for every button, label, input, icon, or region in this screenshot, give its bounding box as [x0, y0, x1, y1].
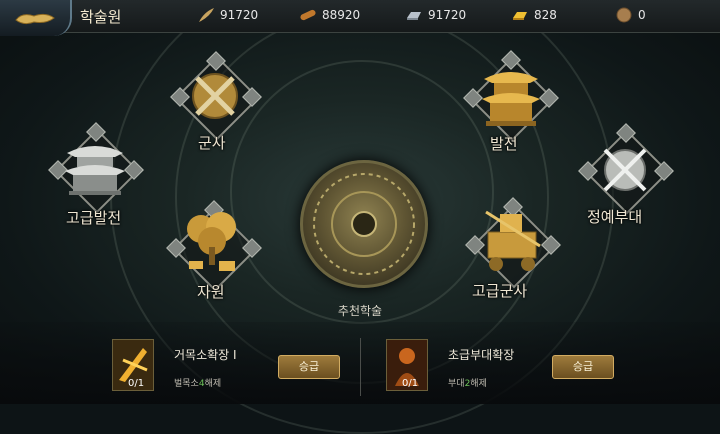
- node-advanced-development[interactable]: 고급발전: [45, 122, 155, 227]
- card-requirement: 부대2해제: [448, 379, 487, 389]
- node-label-development: 발전: [490, 135, 518, 153]
- node-label-military: 군사: [198, 134, 226, 152]
- node-advanced-military[interactable]: 고급군사: [458, 197, 568, 305]
- node-military[interactable]: 군사: [170, 51, 262, 152]
- node-label-advanced-development: 고급발전: [66, 209, 122, 227]
- card-name: 초급부대확장: [448, 348, 515, 362]
- node-elite-troops[interactable]: 정예부대: [575, 123, 685, 228]
- panel-divider: [360, 338, 361, 396]
- wood-log-icon: [300, 9, 316, 21]
- silver-swords-shield-icon: [603, 148, 647, 192]
- node-label-advanced-military: 고급군사: [472, 282, 528, 300]
- resource-wood-value: 88920: [322, 8, 361, 22]
- back-button[interactable]: [0, 0, 72, 36]
- crossed-swords-shield-icon: [192, 73, 238, 119]
- card-name: 거목소확장 I: [174, 348, 237, 362]
- resource-iron-value: 91720: [428, 8, 467, 22]
- page-title: 학술원: [80, 8, 122, 26]
- iron-ingot-icon: [407, 12, 421, 20]
- node-label-elite-troops: 정예부대: [587, 208, 643, 226]
- coin-icon: [616, 7, 632, 23]
- node-label-resources: 자원: [197, 283, 225, 301]
- recommended-heading: 추천학술: [337, 304, 383, 318]
- genie-lamp-icon: [15, 13, 55, 25]
- golden-siege-weapon-icon: [485, 210, 541, 271]
- upgrade-button[interactable]: 승급: [552, 355, 614, 379]
- resource-feather-value: 91720: [220, 8, 259, 22]
- node-resources[interactable]: 자원: [165, 200, 265, 305]
- silver-palace-icon: [65, 146, 125, 195]
- academy-emblem: [300, 160, 428, 288]
- resource-coin-value: 0: [638, 8, 646, 22]
- golden-palace-icon: [482, 72, 540, 126]
- card-requirement: 벌목소4해제: [174, 379, 222, 389]
- card-progress-count: 0/1: [402, 378, 419, 389]
- node-development[interactable]: 발전: [460, 50, 560, 155]
- upgrade-button[interactable]: 승급: [278, 355, 340, 379]
- card-progress-count: 0/1: [128, 378, 145, 389]
- gold-ingot-icon: [513, 12, 527, 20]
- resource-gold-value: 828: [534, 8, 557, 22]
- feather-icon: [199, 8, 214, 22]
- golden-tree-icon: [187, 212, 236, 271]
